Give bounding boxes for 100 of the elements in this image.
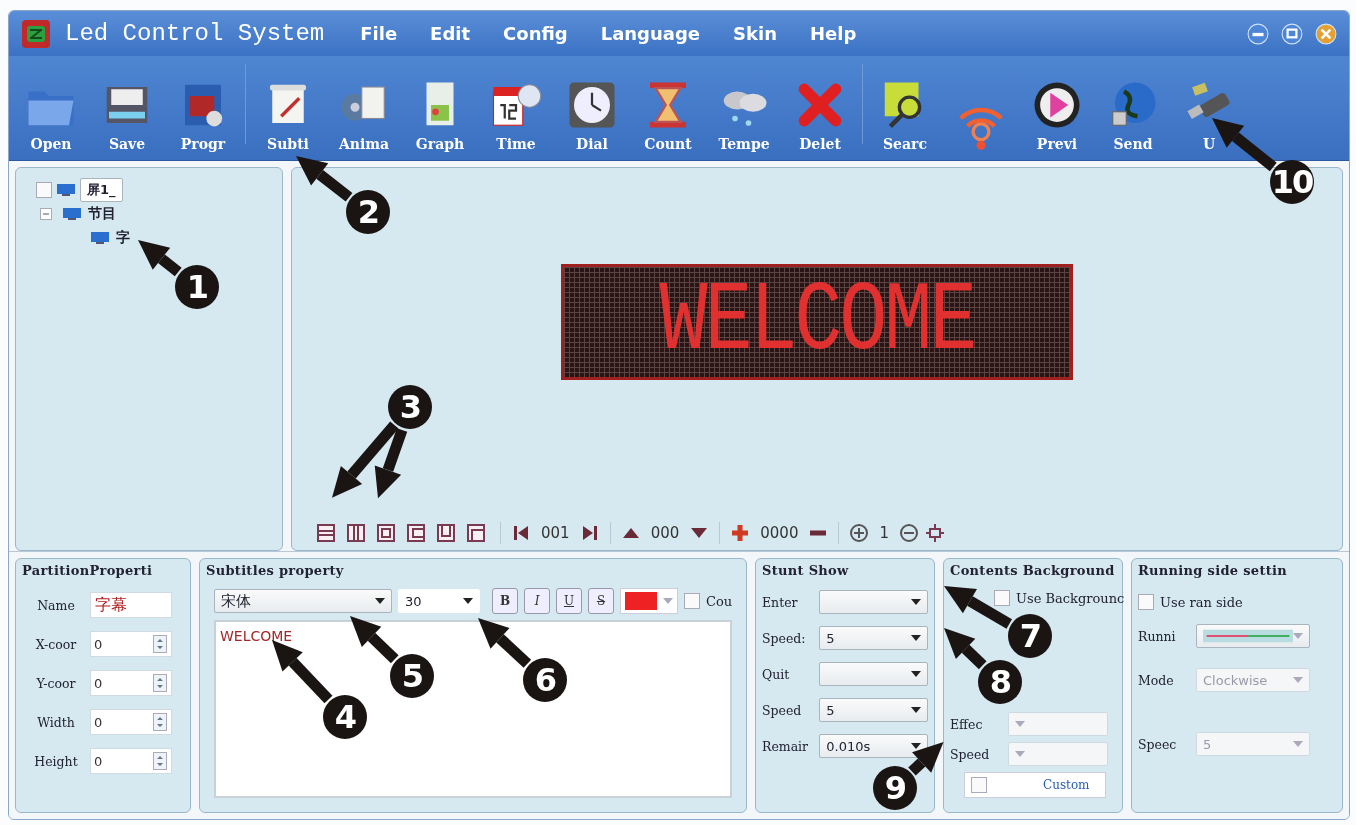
toolbar-button[interactable]: Progr: [165, 78, 241, 152]
layout-icon[interactable]: [466, 523, 486, 543]
toolbar-button[interactable]: U: [1171, 78, 1247, 152]
checkbox-label: Use ran side: [1160, 594, 1243, 610]
caret-icon: [1293, 633, 1303, 639]
field-label: Speed: [950, 746, 991, 762]
caret-icon: [375, 598, 385, 604]
dropdown[interactable]: 5: [819, 626, 928, 650]
menu-item[interactable]: Config: [503, 23, 568, 44]
checkbox[interactable]: [971, 777, 987, 793]
field-label: Quit: [762, 666, 791, 682]
size-dropdown[interactable]: 30: [398, 589, 480, 613]
field-label: Enter: [762, 594, 799, 610]
fit-icon[interactable]: [925, 523, 945, 543]
zoom-level: 1: [879, 524, 889, 542]
caret-icon: [911, 599, 921, 605]
tree-item[interactable]: 字: [114, 229, 132, 247]
zoom-out-icon[interactable]: [899, 523, 919, 543]
style-button[interactable]: S: [588, 588, 614, 614]
toolbar-button[interactable]: Previ: [1019, 78, 1095, 152]
menu-item[interactable]: Help: [810, 23, 857, 44]
monitor-icon: [56, 183, 76, 197]
toolbar-button[interactable]: Dial: [554, 78, 630, 152]
spinner-arrows-icon[interactable]: [153, 635, 167, 653]
color-swatch: [625, 592, 657, 610]
toolbar-button[interactable]: Searc: [867, 78, 943, 152]
layout-icon[interactable]: [406, 523, 426, 543]
toolbar-button[interactable]: Anima: [326, 78, 402, 152]
led-preview-text: WELCOME: [659, 273, 975, 371]
spinner-arrows-icon[interactable]: [153, 752, 167, 770]
spin-field[interactable]: 0: [90, 709, 172, 735]
field-label: Mode: [1138, 672, 1175, 688]
checkbox[interactable]: [994, 590, 1010, 606]
checkbox[interactable]: [684, 593, 700, 609]
layout-icon[interactable]: [376, 523, 396, 543]
custom-option[interactable]: Custom: [964, 772, 1106, 798]
field-label: Speed: [762, 702, 803, 718]
restore-icon[interactable]: [1281, 22, 1303, 45]
spinner-arrows-icon[interactable]: [153, 674, 167, 692]
toolbar-button[interactable]: Time: [478, 78, 554, 152]
layout-icon[interactable]: [346, 523, 366, 543]
first-page-icon[interactable]: [511, 523, 531, 543]
app-logo-icon: [21, 18, 51, 49]
toolbar-button[interactable]: Delet: [782, 78, 858, 152]
field-label: Width: [36, 714, 76, 730]
toolbar-button[interactable]: Graph: [402, 78, 478, 152]
caret-icon: [911, 707, 921, 713]
style-button[interactable]: U: [556, 588, 582, 614]
toolbar-button[interactable]: Save: [89, 78, 165, 152]
spin-field[interactable]: 0: [90, 631, 172, 657]
toolbar-button[interactable]: Tempe: [706, 78, 782, 152]
line-style-icon: [1203, 629, 1293, 643]
monitor-icon: [62, 207, 82, 221]
field-label: Y-coor: [35, 675, 77, 691]
minimize-icon[interactable]: [1247, 22, 1269, 45]
tree-checkbox[interactable]: [36, 182, 52, 198]
toolbar-button[interactable]: Count: [630, 78, 706, 152]
tree-item[interactable]: 节目: [86, 205, 118, 223]
spinner-arrows-icon[interactable]: [153, 713, 167, 731]
dropdown[interactable]: [1196, 624, 1310, 648]
field-label: Speed:: [762, 630, 807, 646]
close-icon[interactable]: [1315, 22, 1337, 45]
panel-title: Subtitles property: [206, 563, 345, 578]
style-button[interactable]: I: [524, 588, 550, 614]
layout-icon[interactable]: [436, 523, 456, 543]
menu-item[interactable]: Skin: [733, 23, 777, 44]
toolbar-button[interactable]: Subti: [250, 78, 326, 152]
checkbox-label: Use Backgrounc: [1016, 590, 1125, 606]
zoom-in-icon[interactable]: [849, 523, 870, 543]
menu-item[interactable]: Language: [600, 23, 701, 44]
dropdown[interactable]: 0.010s: [819, 734, 928, 758]
field-label: Remair: [762, 738, 810, 754]
panel-title: Stunt Show: [762, 563, 850, 578]
font-dropdown[interactable]: 宋体: [214, 589, 392, 613]
field-label: Name: [36, 597, 76, 613]
caret-icon: [663, 598, 673, 604]
caret-icon: [1293, 677, 1303, 683]
toolbar-button[interactable]: Send: [1095, 78, 1171, 152]
field-label: Speec: [1138, 736, 1178, 752]
color-picker[interactable]: [620, 588, 678, 614]
dropdown[interactable]: 5: [819, 698, 928, 722]
menu-item[interactable]: Edit: [430, 23, 471, 44]
spin-field[interactable]: 0: [90, 748, 172, 774]
tree-item[interactable]: 屏1_: [80, 178, 123, 202]
field-label: X-coor: [34, 636, 78, 652]
spin-field[interactable]: 0: [90, 670, 172, 696]
name-field[interactable]: 字幕: [90, 592, 172, 618]
panel-title: PartitionProperti: [22, 563, 154, 578]
plus-icon[interactable]: [730, 523, 751, 543]
style-button[interactable]: B: [492, 588, 518, 614]
toolbar-button[interactable]: Open: [13, 78, 89, 152]
field-label: Effec: [950, 716, 984, 732]
custom-label: Custom: [1043, 778, 1090, 792]
checkbox[interactable]: [1138, 594, 1154, 610]
menu-item[interactable]: File: [360, 23, 398, 44]
panel-title: Running side settin: [1138, 563, 1288, 578]
layer-number: 000: [650, 524, 680, 542]
layout-icon[interactable]: [316, 523, 336, 543]
collapse-icon[interactable]: [40, 208, 52, 220]
field-label: Height: [33, 753, 79, 769]
